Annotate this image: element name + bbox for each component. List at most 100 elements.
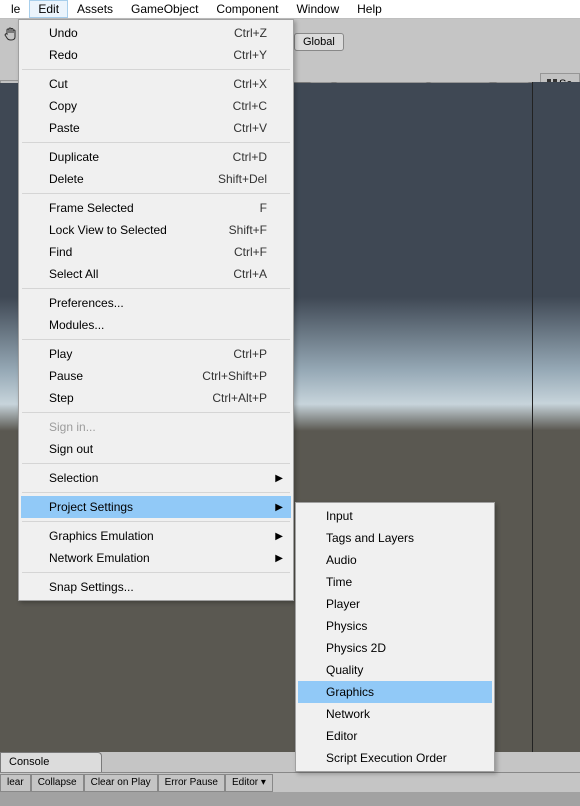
console-button-clear-on-play[interactable]: Clear on Play: [84, 774, 158, 792]
menu-shortcut: Ctrl+V: [233, 121, 267, 135]
menu-shortcut: Ctrl+F: [234, 245, 267, 259]
menu-item-redo[interactable]: RedoCtrl+Y: [21, 44, 291, 66]
menu-shortcut: Shift+Del: [218, 172, 267, 186]
chevron-right-icon: ▶: [275, 553, 283, 564]
menubar-item-gameobject[interactable]: GameObject: [122, 0, 207, 18]
menu-item-preferences[interactable]: Preferences...: [21, 292, 291, 314]
submenu-item-quality[interactable]: Quality: [298, 659, 492, 681]
submenu-item-physics[interactable]: Physics: [298, 615, 492, 637]
menubar-item-component[interactable]: Component: [207, 0, 287, 18]
menu-item-snap-settings[interactable]: Snap Settings...: [21, 576, 291, 598]
chevron-right-icon: ▶: [275, 531, 283, 542]
menu-label: Lock View to Selected: [49, 223, 229, 237]
menu-label: Delete: [49, 172, 218, 186]
menu-label: Network: [326, 707, 468, 721]
menu-label: Cut: [49, 77, 233, 91]
menu-label: Project Settings: [49, 500, 267, 514]
submenu-item-physics-2d[interactable]: Physics 2D: [298, 637, 492, 659]
menu-item-selection[interactable]: Selection▶: [21, 467, 291, 489]
submenu-item-network[interactable]: Network: [298, 703, 492, 725]
menu-label: Select All: [49, 267, 233, 281]
menu-shortcut: Ctrl+C: [233, 99, 267, 113]
menu-label: Editor: [326, 729, 468, 743]
menu-label: Copy: [49, 99, 233, 113]
submenu-item-tags-and-layers[interactable]: Tags and Layers: [298, 527, 492, 549]
menu-item-pause[interactable]: PauseCtrl+Shift+P: [21, 365, 291, 387]
menu-item-lock-view-to-selected[interactable]: Lock View to SelectedShift+F: [21, 219, 291, 241]
menu-label: Physics 2D: [326, 641, 468, 655]
submenu-item-audio[interactable]: Audio: [298, 549, 492, 571]
menu-separator: [22, 572, 290, 573]
menu-shortcut: Ctrl+X: [233, 77, 267, 91]
submenu-item-player[interactable]: Player: [298, 593, 492, 615]
console-button-lear[interactable]: lear: [0, 774, 31, 792]
menu-separator: [22, 193, 290, 194]
console-button-collapse[interactable]: Collapse: [31, 774, 84, 792]
menubar-item-edit[interactable]: Edit: [29, 0, 68, 18]
menu-label: Tags and Layers: [326, 531, 468, 545]
menu-label: Graphics Emulation: [49, 529, 267, 543]
global-button[interactable]: Global: [294, 33, 344, 51]
console-toolbar: learCollapseClear on PlayError PauseEdit…: [0, 772, 580, 792]
menu-separator: [22, 463, 290, 464]
console-button-error-pause[interactable]: Error Pause: [158, 774, 225, 792]
menu-shortcut: Ctrl+D: [233, 150, 267, 164]
menu-shortcut: Ctrl+Z: [234, 26, 267, 40]
menu-shortcut: Ctrl+Alt+P: [212, 391, 267, 405]
menu-label: Sign in...: [49, 420, 267, 434]
submenu-item-script-execution-order[interactable]: Script Execution Order: [298, 747, 492, 769]
menu-item-cut[interactable]: CutCtrl+X: [21, 73, 291, 95]
menu-item-graphics-emulation[interactable]: Graphics Emulation ▶: [21, 525, 291, 547]
menu-item-step[interactable]: StepCtrl+Alt+P: [21, 387, 291, 409]
menu-item-select-all[interactable]: Select AllCtrl+A: [21, 263, 291, 285]
menu-item-delete[interactable]: DeleteShift+Del: [21, 168, 291, 190]
submenu-item-graphics[interactable]: Graphics: [298, 681, 492, 703]
menu-item-duplicate[interactable]: DuplicateCtrl+D: [21, 146, 291, 168]
menu-shortcut: Ctrl+P: [233, 347, 267, 361]
console-button-editor[interactable]: Editor ▾: [225, 774, 273, 792]
menu-label: Step: [49, 391, 212, 405]
menu-label: Sign out: [49, 442, 267, 456]
menu-label: Duplicate: [49, 150, 233, 164]
menu-label: Input: [326, 509, 468, 523]
menu-label: Paste: [49, 121, 233, 135]
menu-shortcut: Ctrl+Shift+P: [202, 369, 267, 383]
submenu-item-editor[interactable]: Editor: [298, 725, 492, 747]
menu-label: Time: [326, 575, 468, 589]
console-tab[interactable]: Console: [0, 752, 102, 772]
scene-viewport-fragment[interactable]: [532, 82, 580, 752]
menubar-item-assets[interactable]: Assets: [68, 0, 122, 18]
menu-label: Quality: [326, 663, 468, 677]
menu-item-find[interactable]: FindCtrl+F: [21, 241, 291, 263]
menu-separator: [22, 142, 290, 143]
submenu-item-time[interactable]: Time: [298, 571, 492, 593]
menu-item-paste[interactable]: PasteCtrl+V: [21, 117, 291, 139]
chevron-right-icon: ▶: [275, 502, 283, 513]
menu-item-sign-out[interactable]: Sign out: [21, 438, 291, 460]
menubar-item-window[interactable]: Window: [287, 0, 348, 18]
menu-item-project-settings[interactable]: Project Settings ▶: [21, 496, 291, 518]
menu-item-undo[interactable]: UndoCtrl+Z: [21, 22, 291, 44]
status-bar: [0, 792, 580, 806]
menu-label: Modules...: [49, 318, 267, 332]
menu-item-network-emulation[interactable]: Network Emulation▶: [21, 547, 291, 569]
menu-label: Graphics: [326, 685, 468, 699]
menu-separator: [22, 69, 290, 70]
menubar-item-help[interactable]: Help: [348, 0, 391, 18]
menu-item-sign-in: Sign in...: [21, 416, 291, 438]
menubar-item-le[interactable]: le: [2, 0, 29, 18]
menu-separator: [22, 412, 290, 413]
menu-separator: [22, 521, 290, 522]
menu-label: Preferences...: [49, 296, 267, 310]
menu-item-modules[interactable]: Modules...: [21, 314, 291, 336]
menu-item-play[interactable]: PlayCtrl+P: [21, 343, 291, 365]
project-settings-submenu: InputTags and LayersAudioTimePlayerPhysi…: [295, 502, 495, 772]
menu-item-copy[interactable]: CopyCtrl+C: [21, 95, 291, 117]
menu-separator: [22, 288, 290, 289]
menu-item-frame-selected[interactable]: Frame SelectedF: [21, 197, 291, 219]
console-tab-label: Console: [9, 756, 49, 768]
menu-shortcut: Ctrl+A: [233, 267, 267, 281]
submenu-item-input[interactable]: Input: [298, 505, 492, 527]
menu-label: Play: [49, 347, 233, 361]
menubar: leEditAssetsGameObjectComponentWindowHel…: [0, 0, 580, 19]
